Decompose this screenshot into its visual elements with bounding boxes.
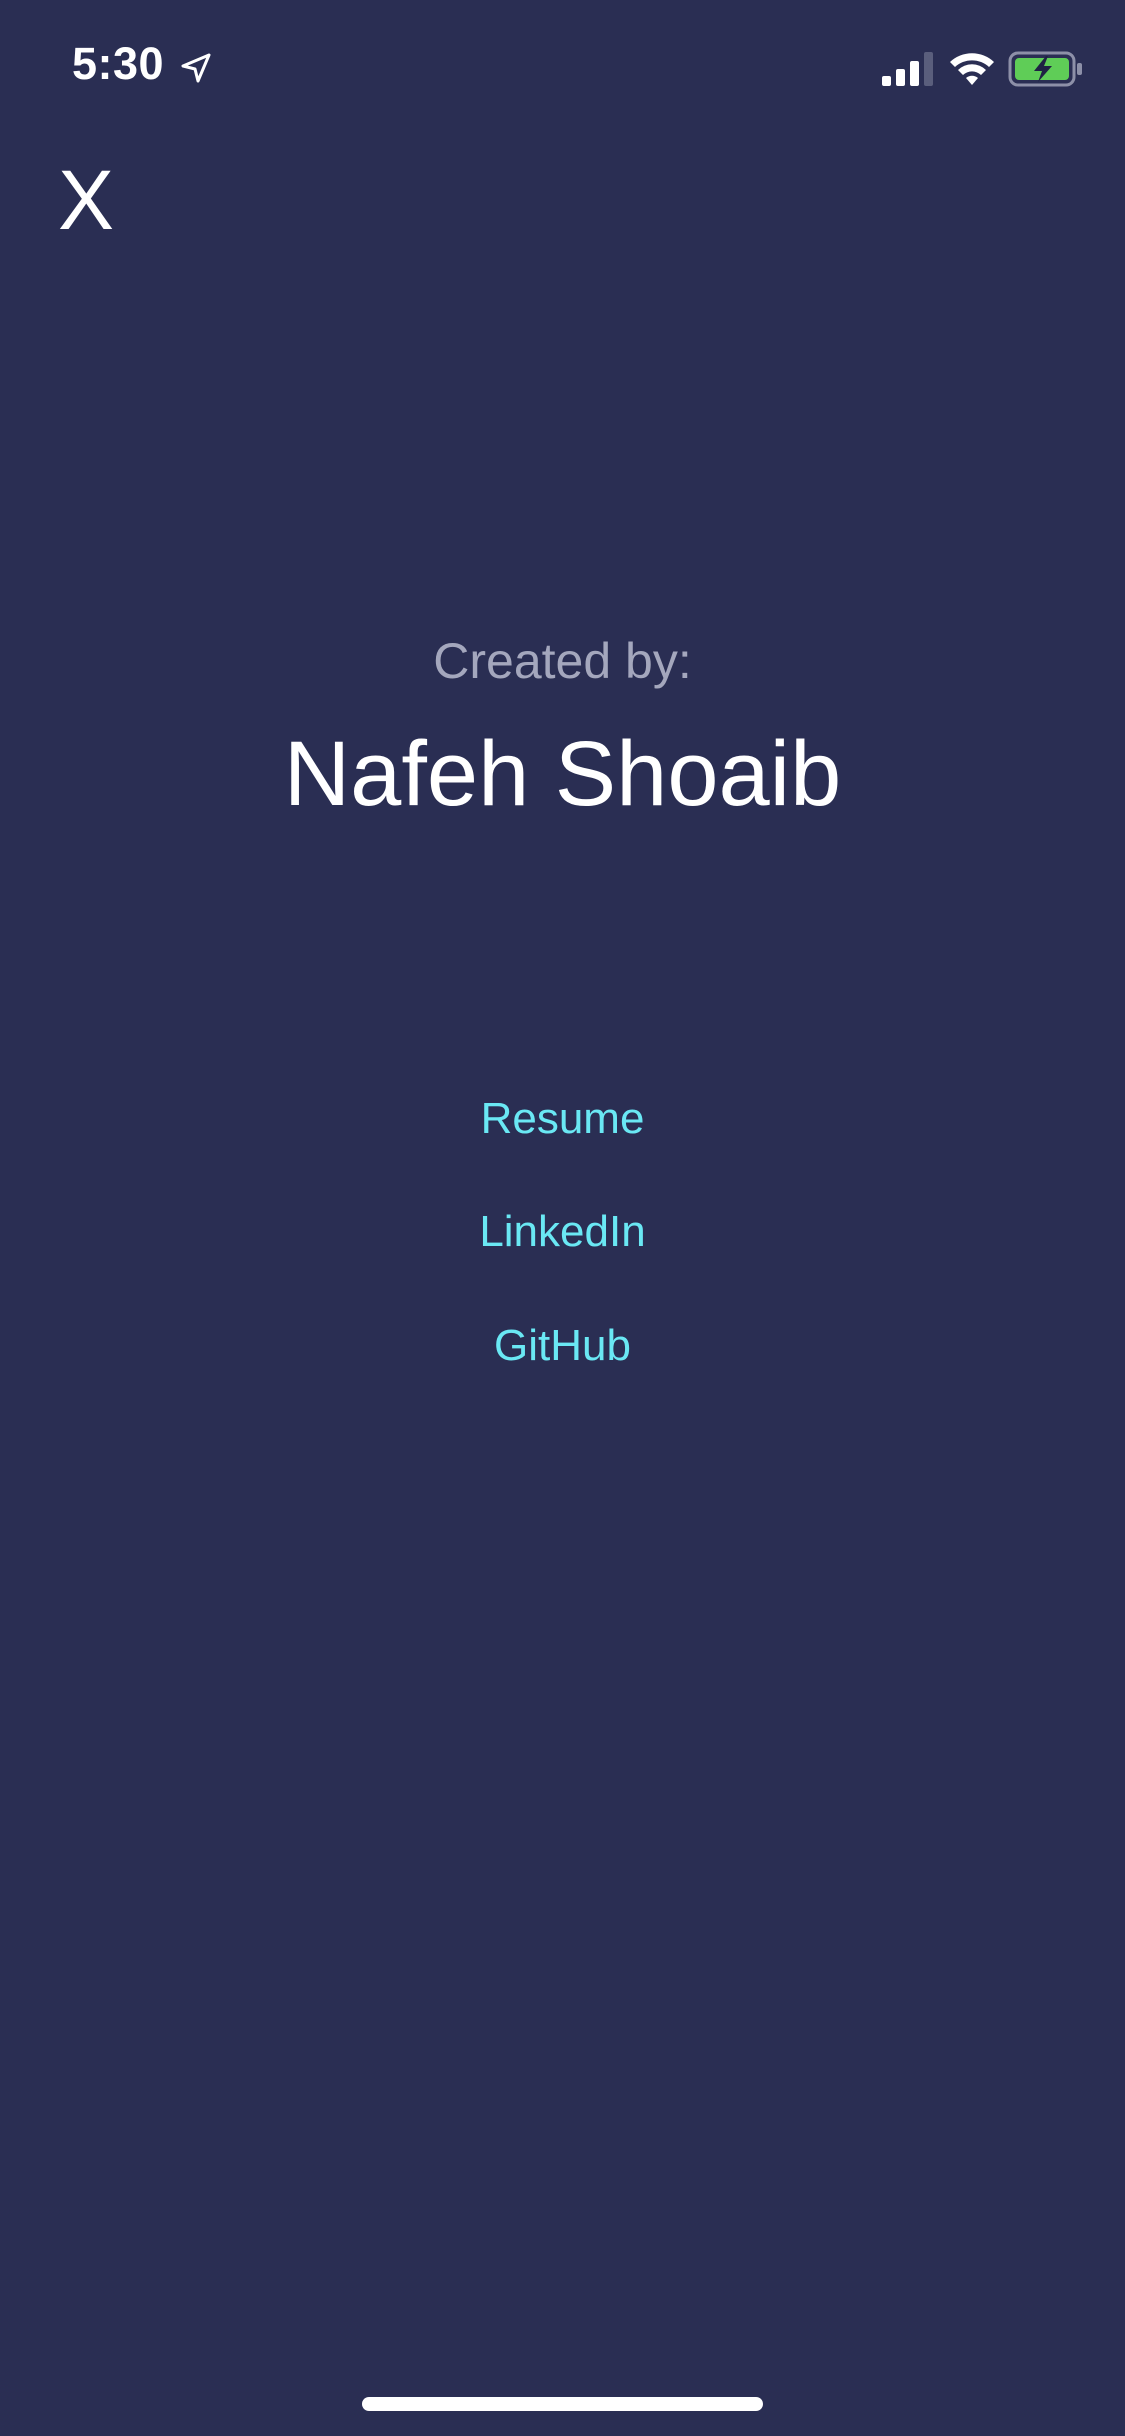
home-indicator[interactable] [362,2397,763,2411]
author-name: Nafeh Shoaib [283,723,842,825]
linkedin-link[interactable]: LinkedIn [0,1207,1125,1257]
cellular-signal-icon [882,52,933,86]
wifi-icon [950,53,994,85]
github-link[interactable]: GitHub [0,1321,1125,1371]
location-arrow-icon [181,53,211,83]
resume-link[interactable]: Resume [0,1094,1125,1144]
close-button[interactable]: X [58,150,138,250]
status-time: 5:30 [72,38,165,89]
created-by-label: Created by: [433,633,692,689]
battery-charging-icon [1008,51,1082,87]
status-bar: 5:30 [0,0,1125,132]
